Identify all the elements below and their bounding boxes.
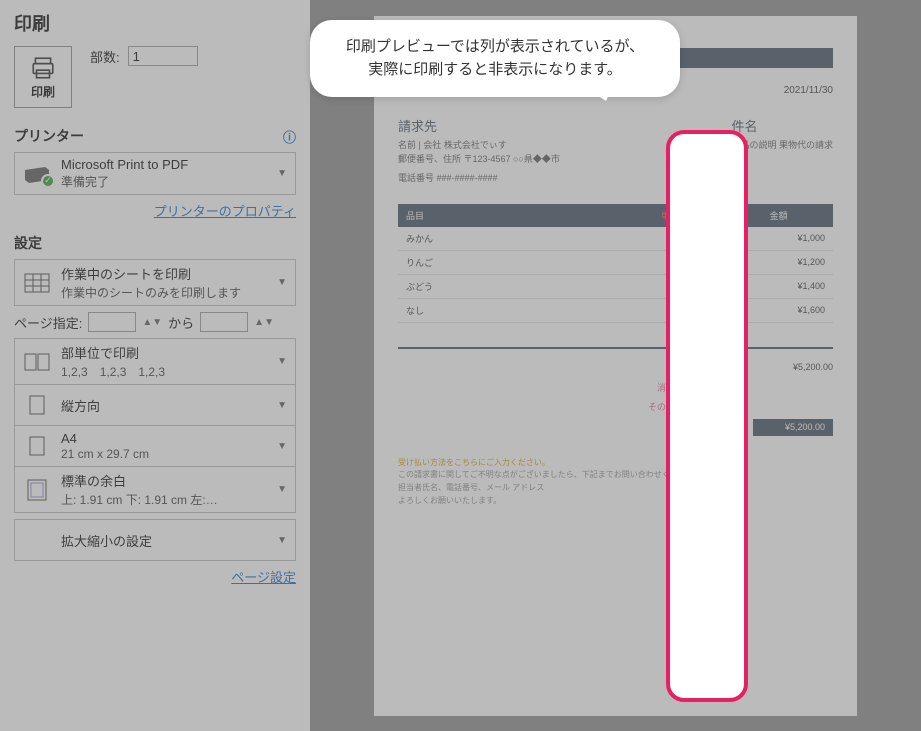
print-what-sub: 作業中のシートのみを印刷します xyxy=(61,284,267,301)
page-icon xyxy=(29,436,45,456)
bill-to-tel: 電話番号 ###-####-#### xyxy=(398,172,560,186)
printer-status: 準備完了 xyxy=(61,173,267,190)
scale-title: 拡大縮小の設定 xyxy=(61,531,267,550)
th-price: 単価 xyxy=(616,204,725,227)
callout-line2: 実際に印刷すると非表示になります。 xyxy=(334,59,656,82)
collate-icon xyxy=(24,353,50,371)
collate-title: 部単位で印刷 xyxy=(61,343,267,362)
printer-properties-link[interactable]: プリンターのプロパティ xyxy=(154,204,296,219)
table-row: なし¥900¥1,600 xyxy=(398,298,833,322)
invoice-table: 品目 単価 金額 みかん¥600¥1,000りんご¥700¥1,200ぶどう¥8… xyxy=(398,204,833,323)
chevron-down-icon: ▼ xyxy=(277,535,287,546)
printer-selector[interactable]: ✓ Microsoft Print to PDF 準備完了 ▼ xyxy=(14,152,296,195)
subtotal-value: ¥5,200.00 xyxy=(753,362,833,375)
bill-to-label: 請求先 xyxy=(398,116,560,135)
paper-selector[interactable]: A4 21 cm x 29.7 cm ▼ xyxy=(14,425,296,467)
th-item: 品目 xyxy=(398,204,616,227)
total-label: 合計 xyxy=(669,419,693,436)
printer-icon xyxy=(28,55,58,81)
spinner-icon: ▲▼ xyxy=(142,317,162,328)
print-button-label: 印刷 xyxy=(31,83,55,100)
invoice-note4: よろしくお願いいたします。 xyxy=(398,495,833,508)
page-range-label: ページ指定: xyxy=(14,313,82,332)
invoice-note1: 受け払い方法をこちらにご入力ください。 xyxy=(398,457,833,470)
bill-to-addr: 郵便番号、住所 〒123-4567 ○○県◆◆市 xyxy=(398,153,560,167)
job-label: 件名 xyxy=(731,116,833,135)
margin-icon xyxy=(27,479,47,501)
collate-selector[interactable]: 部単位で印刷 1,2,3 1,2,3 1,2,3 ▼ xyxy=(14,338,296,385)
paper-sub: 21 cm x 29.7 cm xyxy=(61,447,267,461)
info-icon[interactable]: ⓘ xyxy=(283,127,296,146)
page-to-label: から xyxy=(168,313,194,332)
chevron-down-icon: ▼ xyxy=(277,277,287,288)
page-to-input[interactable] xyxy=(200,312,248,332)
paper-title: A4 xyxy=(61,431,267,446)
orientation-title: 縦方向 xyxy=(61,396,267,415)
invoice-note3: 担当者氏名、電話番号、メール アドレス xyxy=(398,482,833,495)
margin-selector[interactable]: 標準の余白 上: 1.91 cm 下: 1.91 cm 左:… ▼ xyxy=(14,466,296,513)
collate-sub: 1,2,3 1,2,3 1,2,3 xyxy=(61,363,267,380)
page-from-input[interactable] xyxy=(88,312,136,332)
chevron-down-icon: ▼ xyxy=(277,168,287,179)
chevron-down-icon: ▼ xyxy=(277,400,287,411)
spinner-icon: ▲▼ xyxy=(254,317,274,328)
orientation-selector[interactable]: 縦方向 ▼ xyxy=(14,384,296,426)
subtotal-label: 小計 xyxy=(613,362,693,375)
printer-section-header: プリンター xyxy=(14,126,84,146)
checkmark-icon: ✓ xyxy=(41,174,55,188)
settings-section-header: 設定 xyxy=(14,233,42,253)
printer-name: Microsoft Print to PDF xyxy=(61,157,267,172)
copies-label: 部数: xyxy=(90,47,120,66)
scale-selector[interactable]: 拡大縮小の設定 ▼ xyxy=(14,519,296,561)
chevron-down-icon: ▼ xyxy=(277,484,287,495)
th-amount: 金額 xyxy=(724,204,833,227)
callout-line1: 印刷プレビューでは列が表示されているが、 xyxy=(334,36,656,59)
copies-input[interactable] xyxy=(128,46,198,66)
table-row: りんご¥700¥1,200 xyxy=(398,250,833,274)
portrait-icon xyxy=(29,395,45,415)
margin-title: 標準の余白 xyxy=(61,471,267,490)
preview-page: 請求書 No. 100 2021/11/30 請求先 名前 | 会社 株式会社で… xyxy=(374,16,857,716)
page-setup-link[interactable]: ページ設定 xyxy=(231,570,296,585)
print-what-title: 作業中のシートを印刷 xyxy=(61,264,267,283)
chevron-down-icon: ▼ xyxy=(277,441,287,452)
margin-sub: 上: 1.91 cm 下: 1.91 cm 左:… xyxy=(61,491,267,508)
tax-label: 消費税率 xyxy=(613,381,693,394)
print-button[interactable]: 印刷 xyxy=(14,46,72,108)
callout-annotation: 印刷プレビューでは列が表示されているが、 実際に印刷すると非表示になります。 xyxy=(310,20,680,97)
print-what-selector[interactable]: 作業中のシートを印刷 作業中のシートのみを印刷します ▼ xyxy=(14,259,296,306)
bill-to-name: 名前 | 会社 株式会社でぃす xyxy=(398,139,560,153)
table-row: ぶどう¥800¥1,400 xyxy=(398,274,833,298)
invoice-note2: この請求書に関してご不明な点がございましたら、下記までお問い合わせください。 xyxy=(398,469,833,482)
chevron-down-icon: ▼ xyxy=(277,356,287,367)
total-value: ¥5,200.00 xyxy=(753,419,833,436)
grid-icon xyxy=(24,273,50,293)
job-desc: 製品の説明 果物代の請求 xyxy=(731,139,833,153)
page-title: 印刷 xyxy=(14,10,296,36)
table-row: みかん¥600¥1,000 xyxy=(398,227,833,251)
other-label: その他費用 xyxy=(613,400,693,413)
